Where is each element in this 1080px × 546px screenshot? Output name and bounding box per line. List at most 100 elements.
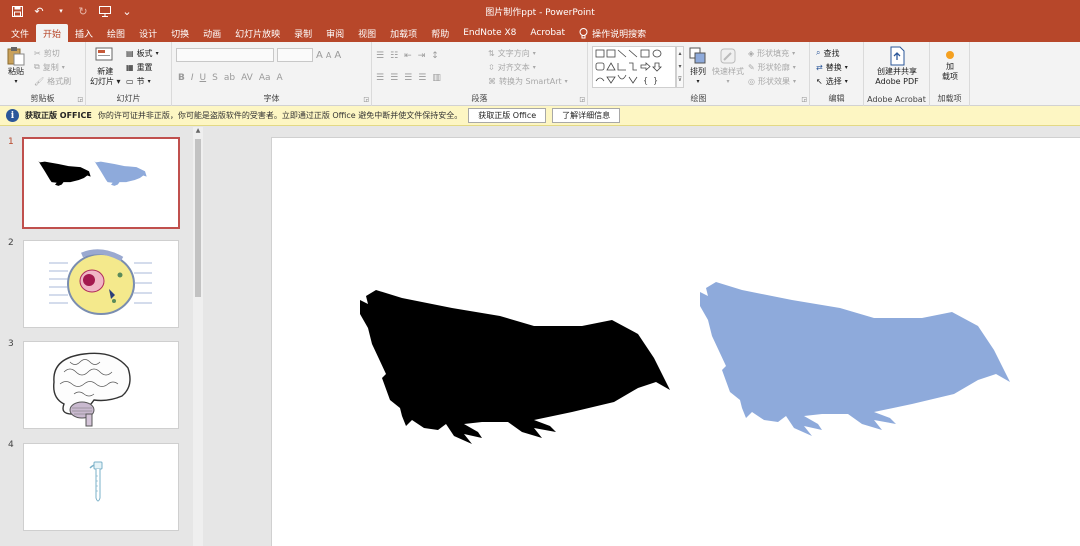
font-name-combobox[interactable] [176, 48, 274, 62]
tab-animations[interactable]: 动画 [196, 24, 228, 42]
scrollbar-thumb[interactable] [195, 139, 201, 297]
slide-thumbnail-1[interactable] [22, 137, 180, 229]
arrange-button[interactable]: 排列 ▾ [688, 46, 708, 87]
tab-transitions[interactable]: 切换 [164, 24, 196, 42]
pen-icon: ✎ [748, 62, 755, 72]
addins-button[interactable]: 加 载项 [934, 48, 966, 82]
italic-button[interactable]: I [191, 73, 194, 83]
from-beginning-icon[interactable] [98, 5, 112, 17]
tab-endnote[interactable]: EndNote X8 [456, 24, 523, 42]
quick-styles-icon [720, 48, 736, 64]
acrobat-group-label: Adobe Acrobat [867, 95, 926, 104]
addins-label-1: 加 [946, 62, 954, 71]
copy-button[interactable]: ⧉ 复制 ▾ [34, 60, 71, 74]
change-case-button[interactable]: Aa [259, 73, 271, 83]
slide-canvas [360, 282, 1010, 444]
redo-icon[interactable]: ↻ [76, 5, 90, 18]
decrease-indent-icon[interactable]: ⇤ [404, 51, 412, 61]
tell-me-search[interactable]: 操作说明搜索 [572, 24, 653, 42]
dropdown-small-icon[interactable]: ▾ [54, 7, 68, 15]
numbering-icon[interactable]: ☷ [390, 51, 398, 61]
replace-button[interactable]: ⇄ 替换 ▾ [816, 60, 848, 74]
arrange-icon [689, 47, 706, 64]
font-size-combobox[interactable] [277, 48, 313, 62]
paragraph-launcher-icon[interactable]: ◲ [579, 96, 585, 103]
format-painter-button[interactable]: 🖌 格式刷 [34, 74, 71, 88]
black-bird-silhouette[interactable] [360, 290, 670, 444]
text-direction-button[interactable]: ⇅ 文字方向 ▾ [488, 46, 568, 60]
char-spacing-button[interactable]: AV [241, 73, 253, 83]
window-title: 图片制作ppt - PowerPoint [485, 7, 595, 18]
reset-button[interactable]: ▦ 重置 [126, 60, 159, 74]
slides-group-label: 幻灯片 [116, 94, 141, 103]
bullets-icon[interactable]: ☰ [376, 51, 384, 61]
addins-icon [946, 51, 954, 59]
save-icon[interactable] [10, 5, 24, 17]
slide-thumbnail-2[interactable] [23, 240, 179, 328]
smartart-button[interactable]: ⌘ 转换为 SmartArt ▾ [488, 74, 568, 88]
undo-icon[interactable]: ↶ [32, 5, 46, 18]
line-spacing-icon[interactable]: ↕ [431, 51, 439, 61]
tab-slideshow[interactable]: 幻灯片放映 [228, 24, 287, 42]
slide-editor-area [205, 127, 1080, 546]
clipboard-launcher-icon[interactable]: ◲ [77, 96, 83, 103]
strikethrough-button[interactable]: S [212, 73, 218, 83]
scroll-up-icon[interactable]: ▲ [193, 127, 203, 136]
select-button[interactable]: ↖ 选择 ▾ [816, 74, 848, 88]
title-bar: ↶ ▾ ↻ ⌄ 图片制作ppt - PowerPoint [0, 0, 1080, 22]
gallery-scroll[interactable]: ▴ ▾ ⊽ [676, 46, 684, 88]
tab-addins[interactable]: 加载项 [383, 24, 424, 42]
tab-record[interactable]: 录制 [287, 24, 319, 42]
tab-acrobat[interactable]: Acrobat [523, 24, 572, 42]
create-pdf-button[interactable]: 创建并共享 Adobe PDF [868, 46, 926, 87]
columns-icon[interactable]: ▥ [432, 73, 441, 83]
align-text-button[interactable]: ⇳ 对齐文本 ▾ [488, 60, 568, 74]
shape-effects-button[interactable]: ◎ 形状效果 ▾ [748, 74, 796, 88]
group-editing: ⌕ 查找 ⇄ 替换 ▾ ↖ 选择 ▾ 编辑 [810, 42, 864, 106]
align-left-icon[interactable]: ☰ [376, 73, 384, 83]
tab-draw[interactable]: 绘图 [100, 24, 132, 42]
shape-fill-button[interactable]: ◈ 形状填充 ▾ [748, 46, 796, 60]
brain-drawing-thumbnail [53, 352, 131, 427]
shape-outline-button[interactable]: ✎ 形状轮廓 ▾ [748, 60, 796, 74]
blue-bird-silhouette[interactable] [700, 282, 1010, 436]
font-launcher-icon[interactable]: ◲ [363, 96, 369, 103]
customize-qat-icon[interactable]: ⌄ [120, 5, 134, 18]
drawing-launcher-icon[interactable]: ◲ [801, 96, 807, 103]
thumbnail-scrollbar[interactable]: ▲ [193, 127, 203, 546]
bold-button[interactable]: B [178, 73, 185, 83]
tab-view[interactable]: 视图 [351, 24, 383, 42]
section-button[interactable]: ▭ 节 ▾ [126, 74, 159, 88]
tab-review[interactable]: 审阅 [319, 24, 351, 42]
slide-thumbnail-3[interactable] [23, 341, 179, 429]
new-slide-button[interactable]: 新建 幻灯片 ▾ [90, 46, 121, 87]
quick-styles-button[interactable]: 快速样式 ▾ [712, 46, 744, 87]
fill-bucket-icon: ◈ [748, 48, 755, 58]
paste-button[interactable]: 粘贴 ▾ [6, 46, 26, 87]
shrink-font-icon[interactable]: A [326, 51, 331, 60]
align-right-icon[interactable]: ☰ [404, 73, 412, 83]
font-color-button[interactable]: A [277, 73, 283, 83]
learn-more-button[interactable]: 了解详细信息 [552, 108, 621, 123]
grow-font-icon[interactable]: A [316, 50, 323, 61]
editing-group-label: 编辑 [828, 94, 845, 103]
slide-thumbnail-4[interactable] [23, 443, 179, 531]
tab-help[interactable]: 帮助 [424, 24, 456, 42]
clear-format-icon[interactable]: A [334, 50, 341, 61]
align-center-icon[interactable]: ☰ [390, 73, 398, 83]
get-genuine-button[interactable]: 获取正版 Office [468, 108, 547, 123]
tab-design[interactable]: 设计 [132, 24, 164, 42]
tab-insert[interactable]: 插入 [68, 24, 100, 42]
tab-file[interactable]: 文件 [4, 24, 36, 42]
underline-button[interactable]: U [200, 73, 207, 83]
justify-icon[interactable]: ☰ [418, 73, 426, 83]
cut-button[interactable]: ✂ 剪切 [34, 46, 71, 60]
layout-button[interactable]: ▤ 板式 ▾ [126, 46, 159, 60]
find-button[interactable]: ⌕ 查找 [816, 46, 848, 60]
reset-icon: ▦ [126, 62, 134, 72]
current-slide[interactable] [271, 137, 1080, 546]
shadow-button[interactable]: ab [224, 73, 235, 83]
tab-home[interactable]: 开始 [36, 24, 69, 42]
increase-indent-icon[interactable]: ⇥ [418, 51, 426, 61]
shapes-gallery[interactable]: {} [592, 46, 676, 88]
